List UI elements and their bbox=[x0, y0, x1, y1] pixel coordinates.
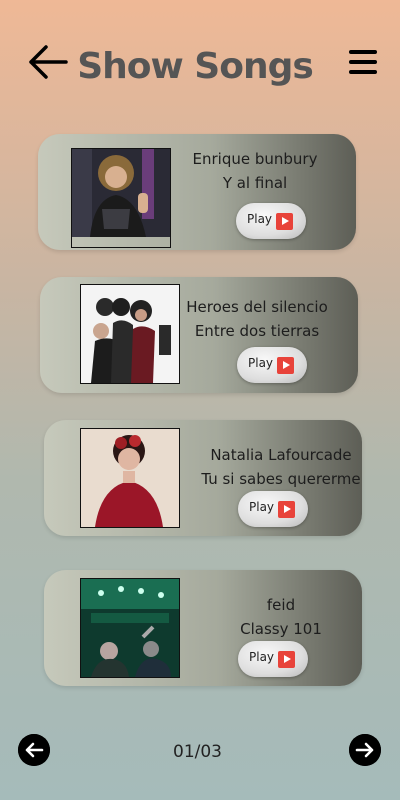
song-title: Y al final bbox=[222, 174, 288, 192]
play-button[interactable]: Play bbox=[238, 491, 308, 527]
play-button[interactable]: Play bbox=[236, 203, 306, 239]
hamburger-menu-icon bbox=[349, 50, 377, 74]
play-button-label: Play bbox=[249, 500, 275, 514]
play-button[interactable]: Play bbox=[237, 347, 307, 383]
play-icon bbox=[278, 501, 295, 518]
song-artist: Natalia Lafourcade bbox=[210, 446, 352, 464]
page-title: Show Songs bbox=[77, 46, 314, 87]
arrow-right-circle-icon bbox=[349, 734, 381, 766]
previous-page-button[interactable] bbox=[18, 734, 50, 766]
song-artist: feid bbox=[266, 596, 296, 614]
arrow-left-circle-icon bbox=[18, 734, 50, 766]
song-title: Entre dos tierras bbox=[194, 322, 320, 340]
album-cover-image bbox=[80, 428, 180, 528]
song-card[interactable]: Heroes del silencio Entre dos tierras Pl… bbox=[40, 277, 358, 393]
play-button-label: Play bbox=[247, 212, 273, 226]
album-cover-image bbox=[80, 284, 180, 384]
play-icon bbox=[277, 357, 294, 374]
menu-button[interactable] bbox=[347, 47, 379, 77]
song-artist: Enrique bunbury bbox=[192, 150, 318, 168]
next-page-button[interactable] bbox=[349, 734, 381, 766]
song-title: Tu si sabes quererme bbox=[201, 470, 361, 488]
album-cover-image bbox=[80, 578, 180, 678]
header: Show Songs bbox=[0, 0, 400, 130]
song-card[interactable]: Natalia Lafourcade Tu si sabes quererme … bbox=[44, 420, 362, 536]
song-artist: Heroes del silencio bbox=[186, 298, 328, 316]
page-indicator: 01/03 bbox=[173, 742, 222, 762]
song-card[interactable]: Enrique bunbury Y al final Play bbox=[38, 134, 356, 250]
play-button[interactable]: Play bbox=[238, 641, 308, 677]
song-title: Classy 101 bbox=[240, 620, 322, 638]
play-button-label: Play bbox=[249, 650, 275, 664]
play-button-label: Play bbox=[248, 356, 274, 370]
play-icon bbox=[276, 213, 293, 230]
play-icon bbox=[278, 651, 295, 668]
album-cover-image bbox=[71, 148, 171, 248]
song-card[interactable]: feid Classy 101 Play bbox=[44, 570, 362, 686]
